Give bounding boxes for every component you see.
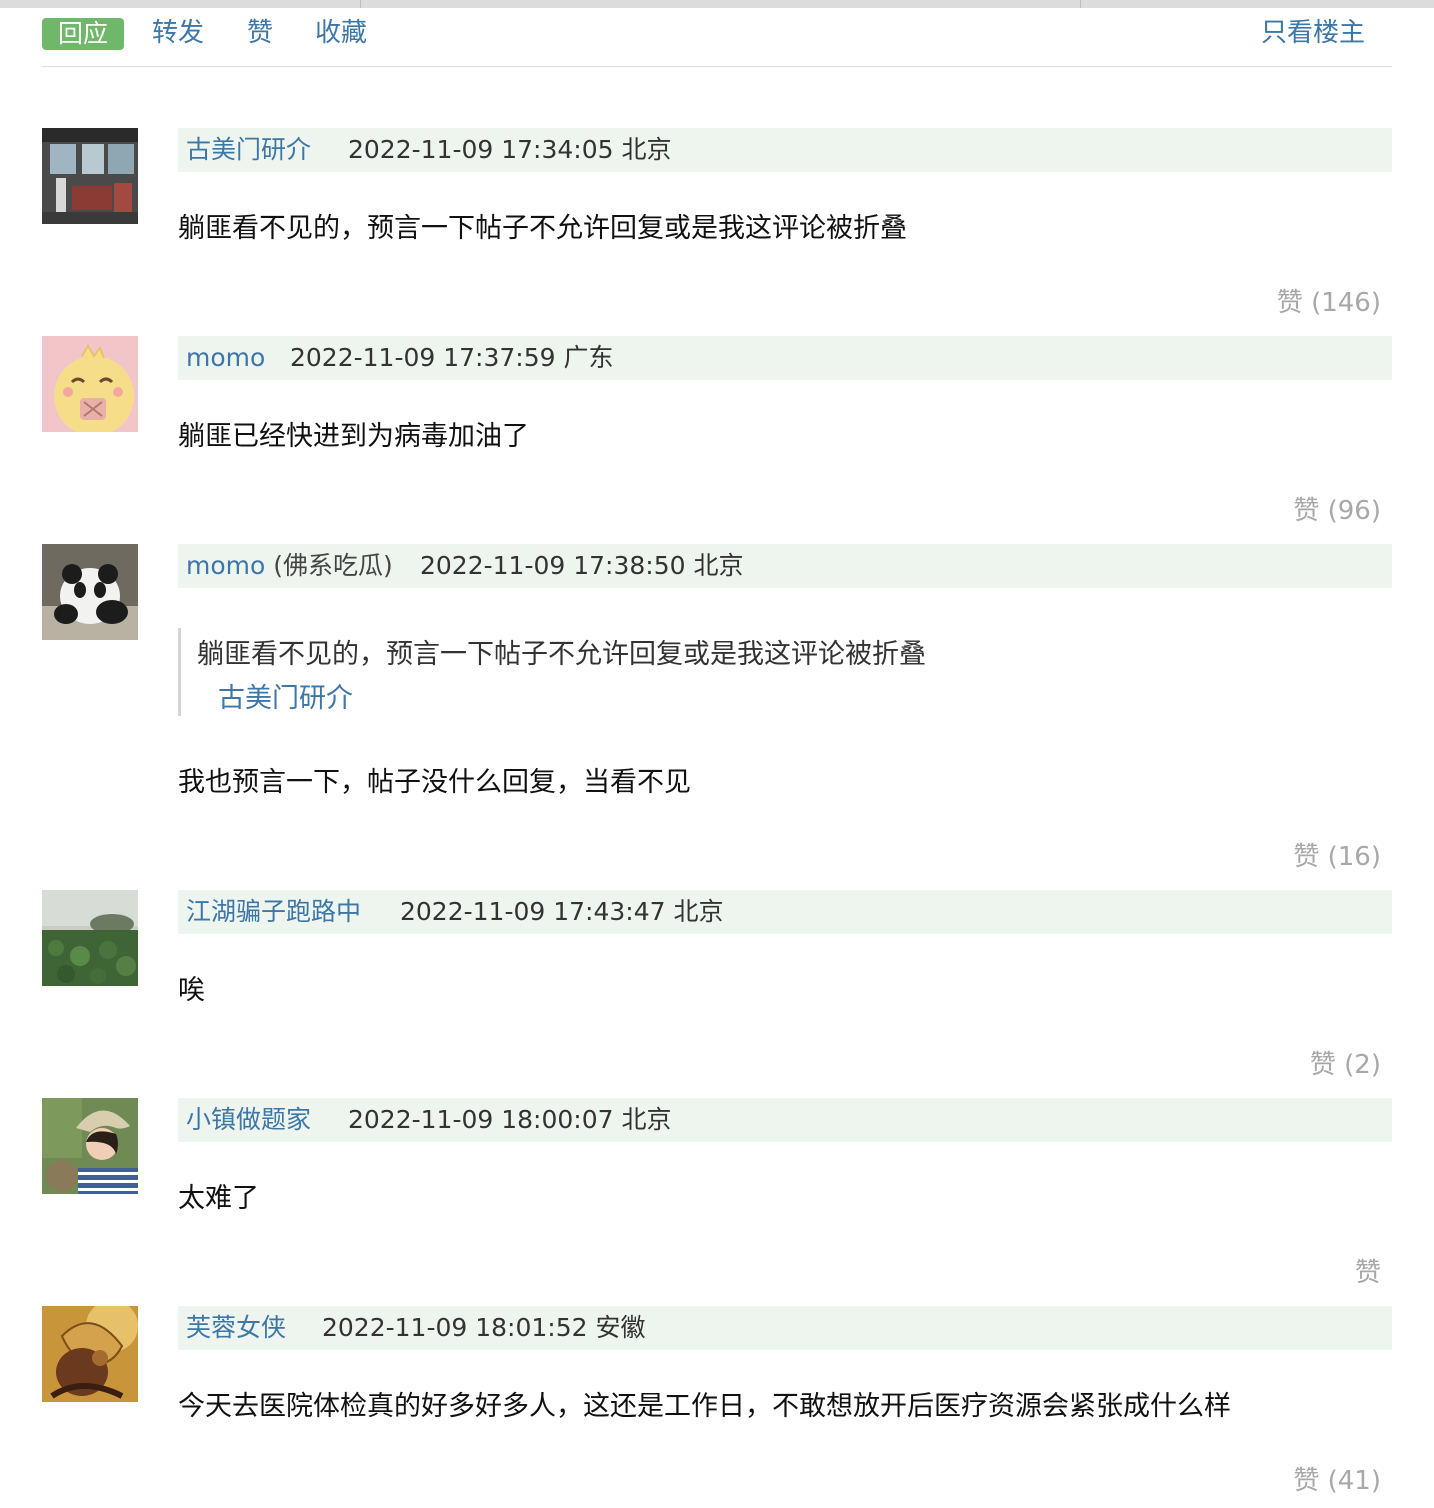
comment-meta: momo (佛系吃瓜) 2022-11-09 17:38:50 北京	[178, 544, 1392, 588]
author-link[interactable]: 江湖骗子跑路中	[186, 890, 361, 934]
comment-like-link[interactable]: 赞 (16)	[1293, 836, 1381, 873]
comment-meta: 江湖骗子跑路中 2022-11-09 17:43:47 北京	[178, 890, 1392, 934]
golden-painting-icon[interactable]	[42, 1306, 138, 1402]
quoted-reply: 躺匪看不见的，预言一下帖子不允许回复或是我这评论被折叠 古美门研介	[178, 628, 1081, 716]
author-nickname: (佛系吃瓜)	[273, 551, 393, 580]
like-link[interactable]: 赞	[247, 14, 273, 52]
forward-link[interactable]: 转发	[152, 14, 204, 52]
comment-time: 2022-11-09 17:37:59 广东	[290, 343, 614, 372]
bus-interior-photo-icon[interactable]	[42, 128, 138, 224]
comment-text: 我也预言一下，帖子没什么回复，当看不见	[178, 767, 691, 798]
comment-text: 今天去医院体检真的好多好多人，这还是工作日，不敢想放开后医疗资源会紧张成什么样	[178, 1391, 1231, 1422]
comment-text: 躺匪看不见的，预言一下帖子不允许回复或是我这评论被折叠	[178, 213, 907, 244]
comment-like-link[interactable]: 赞 (2)	[1310, 1044, 1381, 1081]
comment-like-link[interactable]: 赞 (96)	[1293, 490, 1381, 527]
author-link[interactable]: momo	[186, 336, 265, 380]
comment-time: 2022-11-09 17:34:05 北京	[348, 135, 672, 164]
comment-time: 2022-11-09 18:01:52 安徽	[322, 1313, 646, 1342]
author-name[interactable]: momo	[186, 551, 265, 580]
strip-divider	[360, 0, 361, 8]
comment-text: 唉	[178, 975, 205, 1006]
comment-text: 太难了	[178, 1183, 259, 1214]
panda-photo-icon[interactable]	[42, 544, 138, 640]
comment-text: 躺匪已经快进到为病毒加油了	[178, 421, 529, 452]
comment-like-link[interactable]: 赞	[1355, 1252, 1381, 1289]
comment-meta: 古美门研介 2022-11-09 17:34:05 北京	[178, 128, 1392, 172]
comment-time: 2022-11-09 17:43:47 北京	[400, 897, 724, 926]
quoted-text: 躺匪看不见的，预言一下帖子不允许回复或是我这评论被折叠	[197, 639, 926, 670]
comment-like-link[interactable]: 赞 (41)	[1293, 1460, 1381, 1497]
comment-time: 2022-11-09 17:38:50 北京	[420, 551, 744, 580]
author-link[interactable]: 芙蓉女侠	[186, 1306, 286, 1350]
girl-sunhat-photo-icon[interactable]	[42, 1098, 138, 1194]
top-strip	[0, 0, 1434, 8]
reply-button[interactable]: 回应	[42, 18, 125, 50]
cartoon-chick-icon[interactable]	[42, 336, 138, 432]
op-only-link[interactable]: 只看楼主	[1261, 14, 1365, 52]
toolbar-divider	[42, 66, 1392, 67]
comment-time: 2022-11-09 18:00:07 北京	[348, 1105, 672, 1134]
strip-divider	[1080, 0, 1081, 8]
quoted-author-link[interactable]: 古美门研介	[218, 676, 353, 715]
comment-meta: 小镇做题家 2022-11-09 18:00:07 北京	[178, 1098, 1392, 1142]
action-bar: 回应 转发 赞 收藏 只看楼主	[42, 14, 1392, 54]
comment-like-link[interactable]: 赞 (146)	[1277, 282, 1381, 319]
comment-meta: 芙蓉女侠 2022-11-09 18:01:52 安徽	[178, 1306, 1392, 1350]
author-link[interactable]: 小镇做题家	[186, 1098, 311, 1142]
author-link[interactable]: 古美门研介	[186, 128, 311, 172]
comment-meta: momo 2022-11-09 17:37:59 广东	[178, 336, 1392, 380]
lotus-pond-photo-icon[interactable]	[42, 890, 138, 986]
author-link[interactable]: momo (佛系吃瓜)	[186, 544, 393, 588]
collect-link[interactable]: 收藏	[315, 14, 367, 52]
